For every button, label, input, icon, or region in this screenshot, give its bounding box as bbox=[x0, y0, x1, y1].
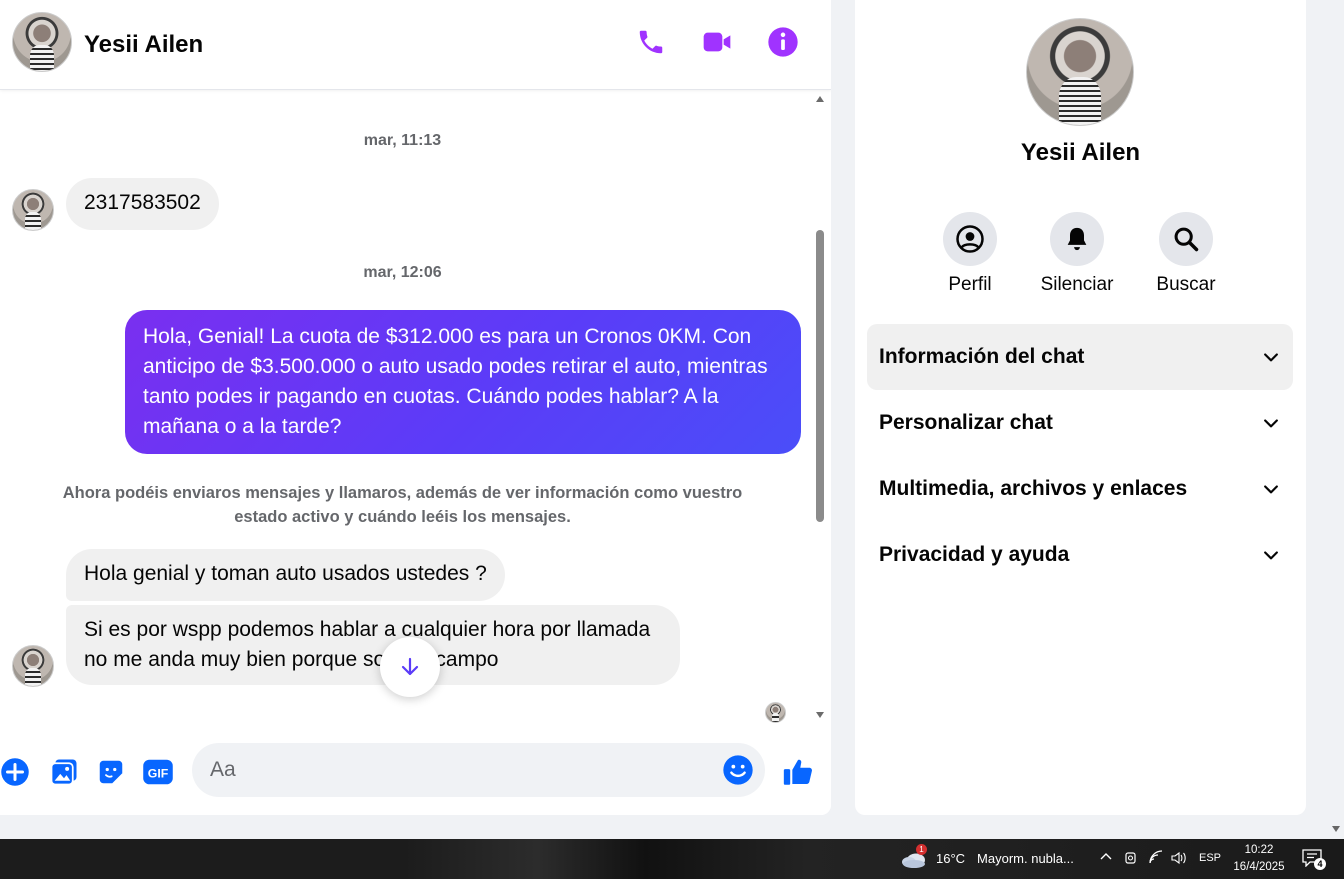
weather-alert-badge: 1 bbox=[916, 844, 927, 855]
notifications-icon[interactable]: 4 bbox=[1302, 849, 1326, 870]
section-privacy-help[interactable]: Privacidad y ayuda bbox=[867, 522, 1293, 588]
incoming-message[interactable]: Si es por wspp podemos hablar a cualquie… bbox=[66, 605, 680, 685]
phone-icon[interactable] bbox=[635, 26, 667, 58]
message-list[interactable]: mar, 11:13 2317583502 mar, 12:06 Hola, G… bbox=[0, 91, 831, 731]
mute-button[interactable]: Silenciar bbox=[1037, 212, 1117, 296]
section-title: Privacidad y ayuda bbox=[879, 543, 1070, 566]
message-timestamp: mar, 12:06 bbox=[363, 264, 442, 281]
clock[interactable]: 10:22 16/4/2025 bbox=[1228, 842, 1290, 876]
section-chat-info[interactable]: Información del chat bbox=[867, 324, 1293, 390]
message-input[interactable] bbox=[210, 755, 710, 785]
read-receipt-avatar bbox=[765, 702, 786, 723]
search-button[interactable]: Buscar bbox=[1146, 212, 1226, 296]
contact-name[interactable]: Yesii Ailen bbox=[84, 31, 203, 59]
info-icon[interactable] bbox=[767, 26, 799, 58]
wifi-icon[interactable] bbox=[1148, 850, 1164, 869]
sender-avatar[interactable] bbox=[12, 645, 54, 687]
contact-avatar[interactable] bbox=[12, 12, 72, 72]
chevron-down-icon bbox=[1264, 419, 1278, 428]
like-icon[interactable] bbox=[780, 755, 816, 789]
section-title: Multimedia, archivos y enlaces bbox=[879, 477, 1188, 500]
profile-label: Perfil bbox=[948, 274, 992, 295]
message-input-wrapper bbox=[192, 743, 765, 797]
section-media-files-links[interactable]: Multimedia, archivos y enlaces bbox=[867, 456, 1293, 522]
emoji-icon[interactable] bbox=[722, 754, 754, 791]
profile-avatar-large[interactable] bbox=[1026, 18, 1134, 126]
sticker-icon[interactable] bbox=[94, 755, 128, 789]
plus-icon[interactable] bbox=[0, 755, 32, 789]
section-customize-chat[interactable]: Personalizar chat bbox=[867, 390, 1293, 456]
clock-date: 16/4/2025 bbox=[1233, 861, 1285, 873]
incoming-message[interactable]: 2317583502 bbox=[66, 178, 219, 230]
section-title: Personalizar chat bbox=[879, 411, 1053, 434]
bell-icon bbox=[1050, 212, 1104, 266]
weather-temperature: 16°C bbox=[936, 850, 966, 866]
message-composer: GIF bbox=[0, 731, 831, 815]
image-icon[interactable] bbox=[47, 755, 81, 789]
profile-button[interactable]: Perfil bbox=[930, 212, 1010, 296]
section-title: Información del chat bbox=[879, 345, 1085, 368]
system-notice: Ahora podéis enviaros mensajes y llamaro… bbox=[62, 484, 743, 526]
weather-widget[interactable]: 1 16°C Mayorm. nubla... bbox=[900, 844, 1074, 869]
chevron-down-icon bbox=[1264, 551, 1278, 560]
scroll-to-bottom-button[interactable] bbox=[380, 637, 440, 697]
cloud-icon: 1 bbox=[900, 844, 928, 869]
search-icon bbox=[1159, 212, 1213, 266]
video-icon[interactable] bbox=[701, 26, 733, 58]
volume-icon[interactable] bbox=[1170, 850, 1188, 869]
windows-taskbar: 1 16°C Mayorm. nubla... ESP 10:22 16/4/2… bbox=[0, 839, 1344, 879]
scrollbar-thumb[interactable] bbox=[816, 230, 824, 522]
chevron-down-icon bbox=[1264, 353, 1278, 362]
clock-time: 10:22 bbox=[1244, 844, 1274, 856]
show-hidden-icons-chevron-icon[interactable] bbox=[1099, 850, 1113, 867]
notification-count-badge: 4 bbox=[1314, 858, 1326, 870]
message-timestamp: mar, 11:13 bbox=[363, 132, 442, 149]
language-indicator[interactable]: ESP bbox=[1199, 852, 1221, 864]
mute-label: Silenciar bbox=[1040, 274, 1114, 295]
meet-now-icon[interactable] bbox=[1124, 850, 1138, 869]
incoming-message[interactable]: Hola genial y toman auto usados ustedes … bbox=[66, 549, 505, 601]
chat-info-panel: Yesii Ailen Perfil Silenciar Buscar Info… bbox=[855, 0, 1306, 815]
scroll-up-arrow[interactable] bbox=[816, 96, 824, 102]
arrow-down-icon bbox=[401, 657, 419, 676]
svg-text:GIF: GIF bbox=[148, 767, 169, 781]
profile-name: Yesii Ailen bbox=[1020, 139, 1141, 166]
chat-header: Yesii Ailen bbox=[0, 0, 831, 90]
gif-icon[interactable]: GIF bbox=[141, 755, 175, 789]
page-scroll-down-arrow[interactable] bbox=[1332, 826, 1340, 832]
profile-icon bbox=[943, 212, 997, 266]
outgoing-message[interactable]: Hola, Genial! La cuota de $312.000 es pa… bbox=[125, 310, 801, 454]
sender-avatar[interactable] bbox=[12, 189, 54, 231]
scroll-down-arrow[interactable] bbox=[816, 712, 824, 718]
chevron-down-icon bbox=[1264, 485, 1278, 494]
weather-description: Mayorm. nubla... bbox=[977, 850, 1074, 866]
chat-panel: Yesii Ailen mar, 11:13 2317583502 mar, 1… bbox=[0, 0, 831, 815]
search-label: Buscar bbox=[1156, 274, 1216, 295]
